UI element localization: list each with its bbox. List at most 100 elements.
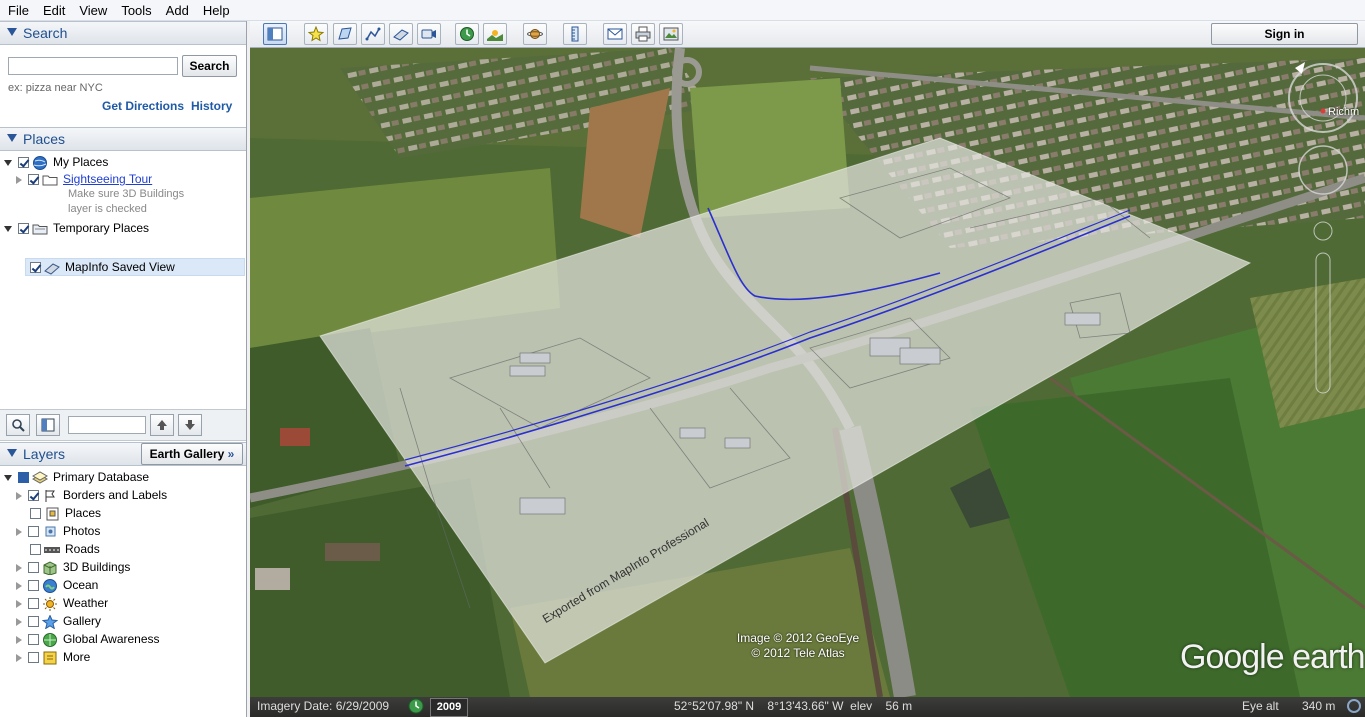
earth-gallery-label: Earth Gallery <box>149 447 225 461</box>
eye-alt-value: 340 m <box>1302 699 1336 713</box>
add-image-overlay-button[interactable] <box>389 23 413 45</box>
places-icon <box>44 507 60 521</box>
sidebar-toggle-icon <box>267 27 283 41</box>
expand-arrow-icon[interactable] <box>16 653 22 662</box>
collapse-triangle-icon[interactable] <box>7 28 17 36</box>
places-toolbar <box>0 409 246 441</box>
layer-borders-and-labels[interactable]: Borders and Labels <box>16 487 167 503</box>
tree-item-my-places[interactable]: My Places <box>4 154 108 170</box>
menu-help[interactable]: Help <box>196 0 237 19</box>
checkbox[interactable] <box>28 598 39 610</box>
expand-arrow-icon[interactable] <box>4 474 12 481</box>
save-image-button[interactable] <box>659 23 683 45</box>
collapse-triangle-icon[interactable] <box>7 134 17 142</box>
checkbox[interactable] <box>28 616 39 628</box>
expand-arrow-icon[interactable] <box>16 581 22 590</box>
layers-panel-title: Layers <box>23 446 66 462</box>
checkbox[interactable] <box>28 174 39 186</box>
historical-clock-icon[interactable] <box>408 698 424 717</box>
sidebar-toggle-button[interactable] <box>263 23 287 45</box>
search-input[interactable] <box>8 57 178 75</box>
places-panel-header[interactable]: Places <box>0 127 246 151</box>
search-button[interactable]: Search <box>182 55 237 77</box>
expand-arrow-icon[interactable] <box>16 617 22 626</box>
earth-gallery-button[interactable]: Earth Gallery » <box>141 443 243 465</box>
tree-item-mapinfo-saved-view[interactable]: MapInfo Saved View <box>30 259 175 275</box>
imagery-year-badge[interactable]: 2009 <box>430 698 468 717</box>
checkbox[interactable] <box>18 223 29 235</box>
layer-3d-buildings[interactable]: 3D Buildings <box>16 559 130 576</box>
print-icon <box>635 26 651 42</box>
checkbox[interactable] <box>28 562 39 574</box>
earth-3d-view[interactable]: Exported from MapInfo Professional Richm… <box>250 48 1365 697</box>
expand-arrow-icon[interactable] <box>16 527 22 536</box>
imagery-date: Imagery Date: 6/29/2009 <box>257 699 390 713</box>
checkbox[interactable] <box>28 580 39 592</box>
checkbox[interactable] <box>30 262 41 274</box>
tree-item-sightseeing-tour[interactable]: Sightseeing Tour <box>16 171 152 187</box>
menu-tools[interactable]: Tools <box>114 0 158 19</box>
arrow-down-icon <box>185 420 195 430</box>
layer-label: Roads <box>65 542 100 556</box>
planets-button[interactable] <box>523 23 547 45</box>
layer-places[interactable]: Places <box>30 505 101 521</box>
move-down-button[interactable] <box>178 414 202 436</box>
historical-imagery-button[interactable] <box>455 23 479 45</box>
email-button[interactable] <box>603 23 627 45</box>
expand-arrow-icon[interactable] <box>16 491 22 500</box>
menu-file[interactable]: File <box>0 0 36 19</box>
layer-gallery[interactable]: Gallery <box>16 613 101 630</box>
layer-primary-database[interactable]: Primary Database <box>4 469 149 485</box>
layer-label: Ocean <box>63 578 99 592</box>
get-directions-link[interactable]: Get Directions <box>102 99 184 113</box>
sign-in-button[interactable]: Sign in <box>1211 23 1358 45</box>
sidebar: Search Search ex: pizza near NYC Get Dir… <box>0 21 247 717</box>
expand-arrow-icon[interactable] <box>16 175 22 184</box>
ruler-button[interactable] <box>563 23 587 45</box>
menu-view[interactable]: View <box>72 0 114 19</box>
expand-arrow-icon[interactable] <box>4 159 12 166</box>
tree-link[interactable]: Sightseeing Tour <box>63 172 152 186</box>
tree-item-temporary-places[interactable]: Temporary Places <box>4 220 149 236</box>
record-tour-button[interactable] <box>417 23 441 45</box>
eye-alt-label: Eye alt <box>1242 699 1279 713</box>
places-filter-input[interactable] <box>68 416 146 434</box>
layer-roads[interactable]: Roads <box>30 541 100 557</box>
toggle-panel-button[interactable] <box>36 414 60 436</box>
checkbox[interactable] <box>30 544 41 556</box>
building-icon <box>42 561 58 576</box>
layer-ocean[interactable]: Ocean <box>16 577 98 593</box>
add-polygon-button[interactable] <box>333 23 357 45</box>
history-link[interactable]: History <box>191 99 232 113</box>
print-button[interactable] <box>631 23 655 45</box>
checkbox[interactable] <box>28 634 39 646</box>
expand-arrow-icon[interactable] <box>16 599 22 608</box>
menu-edit[interactable]: Edit <box>36 0 72 19</box>
attribution-tele-atlas: © 2012 Tele Atlas <box>751 646 845 660</box>
add-path-button[interactable] <box>361 23 385 45</box>
search-places-button[interactable] <box>6 414 30 436</box>
checkbox[interactable] <box>28 490 39 502</box>
menu-add[interactable]: Add <box>159 0 196 19</box>
layer-photos[interactable]: Photos <box>16 523 100 539</box>
collapse-triangle-icon[interactable] <box>7 449 17 457</box>
layer-weather[interactable]: Weather <box>16 595 108 611</box>
checkbox[interactable] <box>28 652 39 664</box>
layer-global-awareness[interactable]: Global Awareness <box>16 631 160 647</box>
add-placemark-button[interactable] <box>304 23 328 45</box>
folder-icon <box>42 173 58 187</box>
search-panel-header[interactable]: Search <box>0 21 246 45</box>
checkbox[interactable] <box>30 508 41 520</box>
sunlight-button[interactable] <box>483 23 507 45</box>
expand-arrow-icon[interactable] <box>4 225 12 232</box>
checkbox-partial[interactable] <box>18 472 29 484</box>
status-bar: Imagery Date: 6/29/2009 2009 52°52'07.98… <box>250 697 1365 717</box>
checkbox[interactable] <box>28 526 39 538</box>
layer-more[interactable]: More <box>16 649 90 665</box>
move-up-button[interactable] <box>150 414 174 436</box>
expand-arrow-icon[interactable] <box>16 635 22 644</box>
expand-arrow-icon[interactable] <box>16 563 22 572</box>
logo-google-text: Google <box>1180 638 1285 676</box>
historical-imagery-icon <box>460 27 474 41</box>
checkbox[interactable] <box>18 157 29 169</box>
